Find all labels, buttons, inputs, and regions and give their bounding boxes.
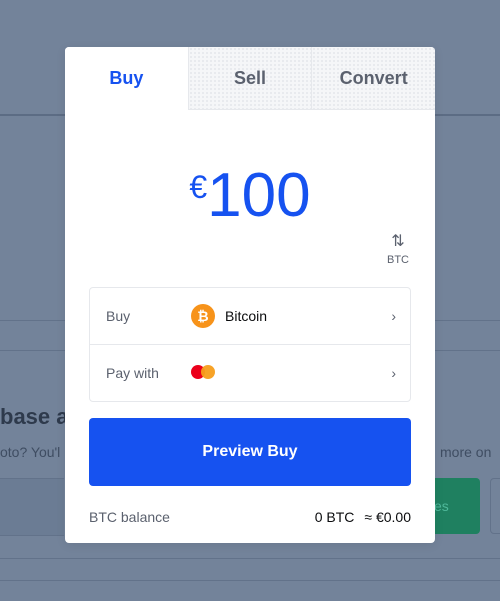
payment-method-row[interactable]: Pay with › [90,344,410,401]
background-divider [0,558,500,559]
payment-row-value [191,365,217,381]
switch-currency-code: BTC [387,254,409,266]
amount-area: €100 ⇅ BTC [65,110,435,270]
asset-name: Bitcoin [225,308,268,324]
balance-fiat: ≈ €0.00 [364,509,411,525]
preview-buy-button[interactable]: Preview Buy [89,418,411,486]
asset-row-value: ₿ Bitcoin [191,304,267,328]
trade-modal: Buy Sell Convert €100 ⇅ BTC Buy ₿ Bitcoi… [65,47,435,543]
chevron-right-icon: › [391,308,396,324]
balance-label: BTC balance [89,509,170,525]
amount-value: 100 [207,161,311,230]
background-subtext-right: more on [440,444,492,460]
amount-input[interactable]: €100 [65,165,435,227]
tab-convert[interactable]: Convert [311,47,435,110]
chevron-right-icon: › [391,365,396,381]
tab-buy[interactable]: Buy [65,47,188,110]
order-details: Buy ₿ Bitcoin › Pay with › [89,287,411,402]
mastercard-icon [191,365,217,381]
asset-row-label: Buy [106,308,131,324]
switch-currency-button[interactable]: ⇅ BTC [383,233,413,267]
background-secondary-button [490,478,500,534]
asset-select-row[interactable]: Buy ₿ Bitcoin › [90,288,410,344]
currency-symbol: € [189,169,208,205]
swap-vertical-icon: ⇅ [391,233,405,250]
background-green-button-label: es [434,498,449,514]
bitcoin-icon: ₿ [191,304,215,328]
trade-tabs: Buy Sell Convert [65,47,435,110]
background-heading: base a [0,404,69,429]
payment-row-label: Pay with [106,365,159,381]
background-input [0,478,64,536]
balance-row: BTC balance 0 BTC ≈ €0.00 [89,508,411,526]
background-subtext: oto? You'l [0,444,61,460]
balance-crypto: 0 BTC [314,509,355,525]
tab-sell[interactable]: Sell [187,47,312,110]
background-divider [0,580,500,581]
